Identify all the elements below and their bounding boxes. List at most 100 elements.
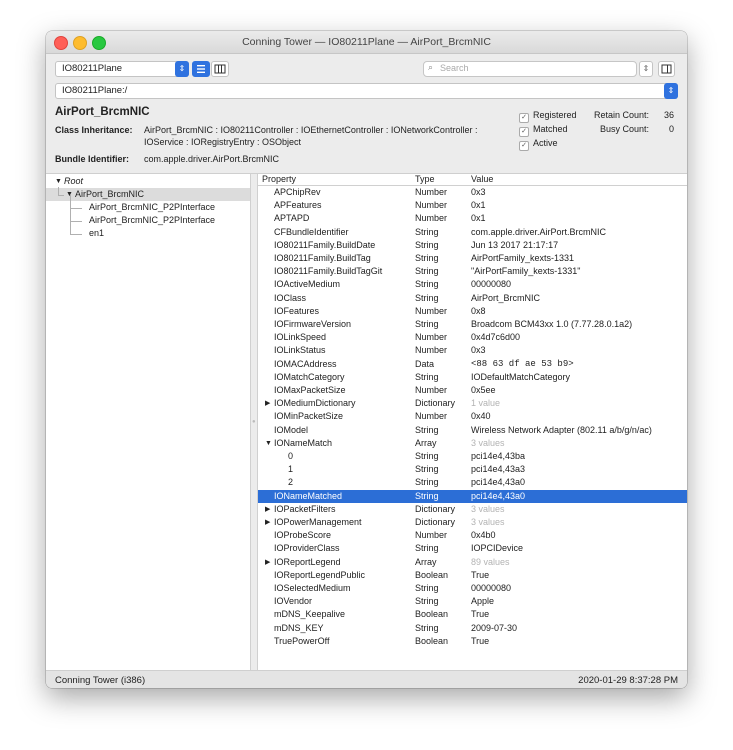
cell-value: 0x3	[471, 187, 486, 197]
table-row[interactable]: IOProviderClass String IOPCIDevice	[258, 542, 687, 555]
table-row[interactable]: ▶ IOMediumDictionary Dictionary 1 value	[258, 397, 687, 410]
table-row[interactable]: ▼ IONameMatch Array 3 values	[258, 437, 687, 450]
plane-select[interactable]: IO80211Plane ⇕	[55, 61, 189, 77]
cell-property: mDNS_KEY	[274, 622, 324, 633]
cell-value: IODefaultMatchCategory	[471, 371, 571, 382]
table-row[interactable]: APFeatures Number 0x1	[258, 199, 687, 212]
cell-property: IOFeatures	[274, 305, 320, 316]
table-row[interactable]: IOSelectedMedium String 00000080	[258, 582, 687, 595]
disclosure-triangle-icon[interactable]: ▶	[265, 397, 270, 410]
cell-value: 1 value	[471, 398, 501, 409]
cell-type: String	[415, 279, 439, 290]
cell-value: 0x40	[471, 411, 491, 422]
inspector-toggle-button[interactable]	[658, 61, 675, 77]
table-row[interactable]: 1 String pci14e4,43a3	[258, 463, 687, 476]
tree-child-row[interactable]: en1	[46, 221, 250, 240]
path-field[interactable]: IO80211Plane:/ ⇕	[55, 83, 678, 99]
table-row[interactable]: 2 String pci14e4,43a0	[258, 476, 687, 489]
tree-root-row[interactable]: ▼ Root	[46, 175, 250, 188]
divider-handle-icon: ●	[252, 419, 256, 425]
cell-property: IO80211Family.BuildDate	[274, 239, 376, 250]
tree-child-row[interactable]: AirPort_BrcmNIC_P2PInterface	[46, 208, 250, 227]
properties-table: Property Type Value APChipRev Number 0x3 AP…	[258, 174, 687, 670]
registered-label: Registered	[533, 110, 577, 120]
cell-property: IOReportLegendPublic	[274, 569, 366, 580]
table-row[interactable]: ▶ IOPowerManagement Dictionary 3 values	[258, 516, 687, 529]
table-row[interactable]: IOModel String Wireless Network Adapter (8…	[258, 424, 687, 437]
cell-value: pci14e4,43ba	[471, 451, 526, 461]
cell-property: IOMinPacketSize	[274, 411, 344, 422]
cell-type: String	[415, 239, 439, 250]
table-row[interactable]: APTAPD Number 0x1	[258, 212, 687, 225]
window-title: Conning Tower — IO80211Plane — AirPort_B…	[242, 36, 491, 48]
cell-property: CFBundleIdentifier	[274, 226, 349, 237]
table-row[interactable]: IOMatchCategory String IODefaultMatchCateg…	[258, 371, 687, 384]
table-row[interactable]: IO80211Family.BuildTagGit String "AirPortF…	[258, 265, 687, 278]
cell-value: AirPort_BrcmNIC	[471, 292, 541, 303]
cell-value: True	[471, 609, 490, 620]
table-row[interactable]: IOVendor String Apple	[258, 595, 687, 608]
list-view-button[interactable]	[192, 61, 210, 77]
table-row[interactable]: ▶ IOPacketFilters Dictionary 3 values	[258, 503, 687, 516]
table-row[interactable]: IOMinPacketSize Number 0x40	[258, 410, 687, 423]
disclosure-triangle-icon[interactable]: ▼	[265, 437, 272, 450]
table-row[interactable]: TruePowerOff Boolean True	[258, 635, 687, 648]
cell-value: 0x8	[471, 305, 486, 316]
cell-property: 0	[288, 451, 294, 461]
cell-type: Number	[415, 332, 448, 343]
disclosure-triangle-icon[interactable]: ▶	[265, 556, 270, 569]
disclosure-triangle-icon[interactable]: ▶	[265, 516, 270, 529]
column-header-value[interactable]: Value	[471, 174, 493, 184]
object-name: AirPort_BrcmNIC	[55, 106, 150, 118]
split-view-divider[interactable]: ●	[251, 174, 258, 670]
column-view-button[interactable]	[211, 61, 229, 77]
cell-value: True	[471, 635, 490, 646]
class-inheritance-label: Class Inheritance:	[55, 125, 133, 135]
cell-value: Jun 13 2017 21:17:17	[471, 239, 559, 250]
table-row[interactable]: IOProbeScore Number 0x4b0	[258, 529, 687, 542]
cell-type: Number	[415, 411, 448, 422]
table-row[interactable]: ▶ IOReportLegend Array 89 values	[258, 556, 687, 569]
search-field[interactable]: ⌕ Search	[423, 61, 637, 77]
chevron-updown-icon: ⇕	[664, 83, 678, 99]
table-row[interactable]: IOReportLegendPublic Boolean True	[258, 569, 687, 582]
active-checkbox[interactable]: ✓ Active	[519, 138, 619, 151]
table-row[interactable]: 0 String pci14e4,43ba	[258, 450, 687, 463]
tree-node-row[interactable]: ▼ AirPort_BrcmNIC	[46, 187, 250, 201]
table-row[interactable]: IOFeatures Number 0x8	[258, 305, 687, 318]
table-row[interactable]: IOLinkStatus Number 0x3	[258, 344, 687, 357]
table-row[interactable]: IO80211Family.BuildTag String AirPortFamil…	[258, 252, 687, 265]
list-icon	[197, 65, 205, 73]
cell-value: pci14e4,43a3	[471, 464, 526, 475]
disclosure-triangle-icon[interactable]: ▶	[265, 503, 270, 516]
cell-type: Dictionary	[415, 398, 456, 409]
table-row[interactable]: APChipRev Number 0x3	[258, 186, 687, 199]
cell-value: 00000080	[471, 279, 512, 290]
cell-property: IOMaxPacketSize	[274, 385, 346, 395]
cell-property: IOMatchCategory	[274, 371, 345, 382]
search-stepper[interactable]: ⇕	[639, 61, 653, 77]
cell-value: True	[471, 569, 490, 580]
table-row[interactable]: IO80211Family.BuildDate String Jun 13 2017…	[258, 239, 687, 252]
column-header-property[interactable]: Property	[262, 174, 296, 184]
table-row[interactable]: IOMACAddress Data <88 63 df ae 53 b9>	[258, 358, 687, 371]
cell-property: IOSelectedMedium	[274, 583, 351, 593]
table-row[interactable]: mDNS_KEY String 2009-07-30	[258, 622, 687, 635]
status-bar: Conning Tower (i386) 2020-01-29 8:37:28 …	[46, 670, 687, 688]
table-row[interactable]: IOActiveMedium String 00000080	[258, 278, 687, 291]
cell-value: Broadcom BCM43xx 1.0 (7.77.28.0.1a2)	[471, 319, 633, 329]
cell-value: 0x1	[471, 200, 486, 211]
table-row[interactable]: IOClass String AirPort_BrcmNIC	[258, 292, 687, 305]
search-icon: ⌕	[428, 62, 434, 72]
table-row[interactable]: IOMaxPacketSize Number 0x5ee	[258, 384, 687, 397]
tree-child-label: en1	[89, 228, 105, 238]
column-header-type[interactable]: Type	[415, 174, 435, 184]
cell-type: String	[415, 464, 439, 475]
table-row[interactable]: IOLinkSpeed Number 0x4d7c6d00	[258, 331, 687, 344]
table-row[interactable]: CFBundleIdentifier String com.apple.driver…	[258, 226, 687, 239]
table-row[interactable]: mDNS_Keepalive Boolean True	[258, 608, 687, 621]
tree-child-row[interactable]: AirPort_BrcmNIC_P2PInterface	[46, 195, 250, 214]
checkmark-icon: ✓	[519, 141, 529, 151]
table-row[interactable]: IOFirmwareVersion String Broadcom BCM43xx …	[258, 318, 687, 331]
table-row[interactable]: IONameMatched String pci14e4,43a0	[258, 489, 687, 503]
